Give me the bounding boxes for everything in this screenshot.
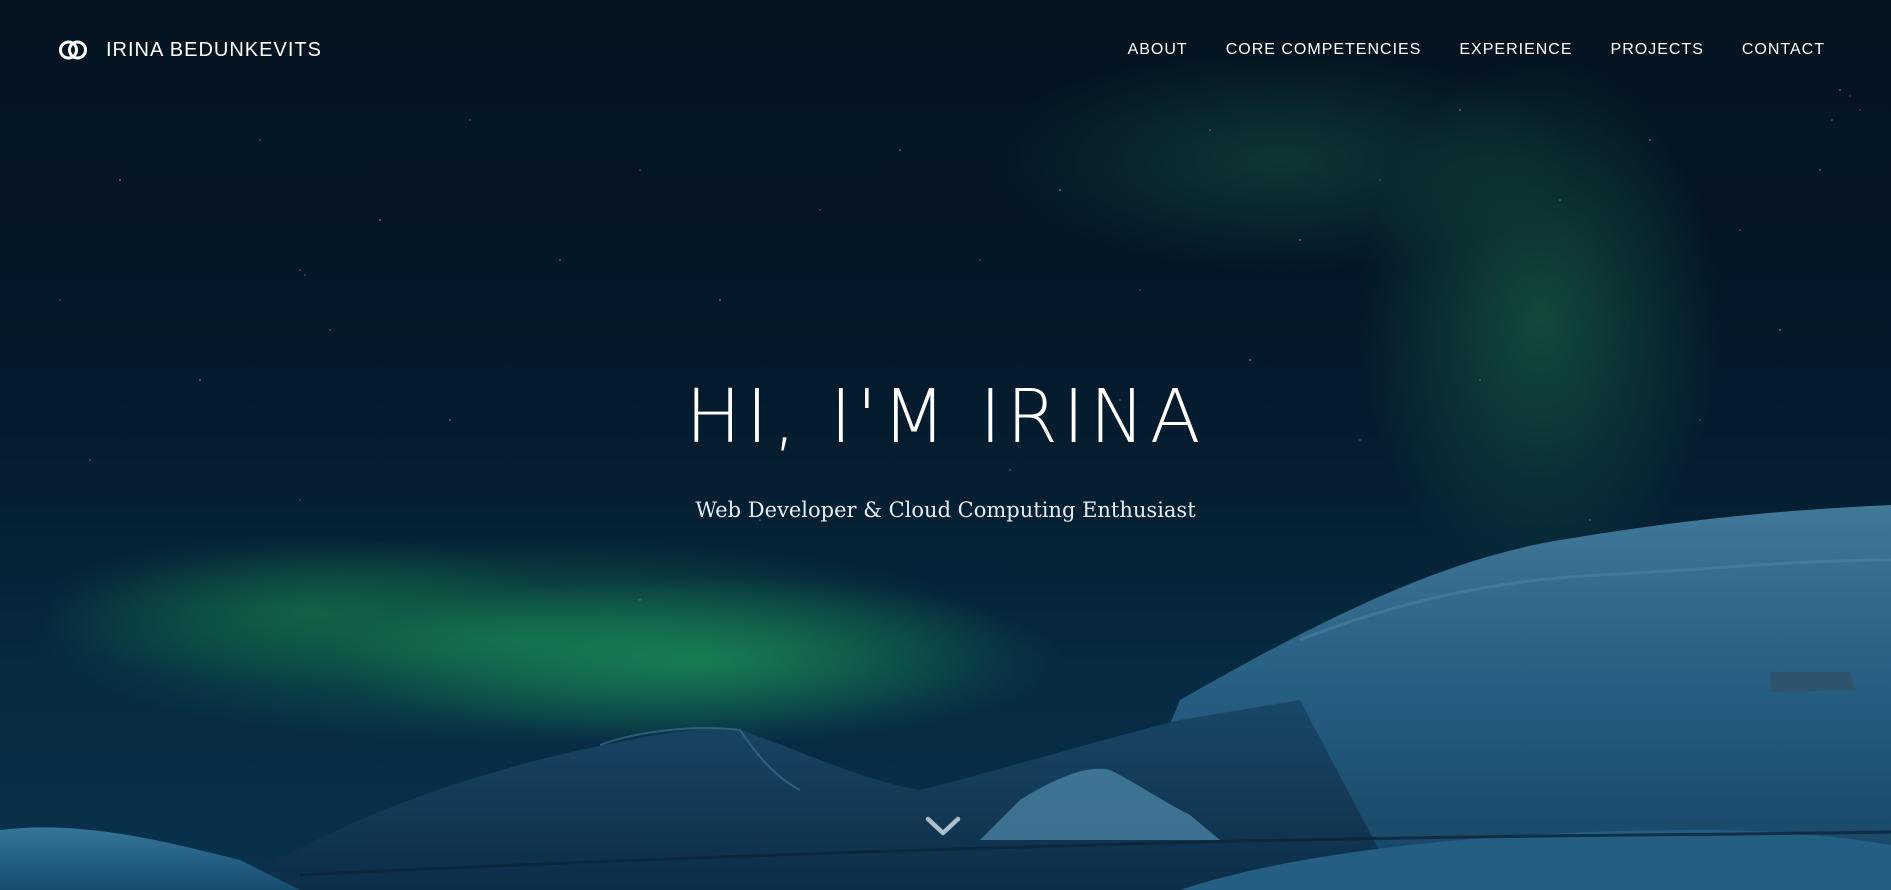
top-navbar: IRINA BEDUNKEVITS ABOUT CORE COMPETENCIE… xyxy=(0,0,1891,100)
nav-link-core-competencies[interactable]: CORE COMPETENCIES xyxy=(1226,41,1422,59)
nav-links: ABOUT CORE COMPETENCIES EXPERIENCE PROJE… xyxy=(1128,41,1825,59)
nav-link-projects[interactable]: PROJECTS xyxy=(1611,41,1704,59)
brand-name: IRINA BEDUNKEVITS xyxy=(106,38,322,61)
hero-section: IRINA BEDUNKEVITS ABOUT CORE COMPETENCIE… xyxy=(0,0,1891,890)
chevron-down-icon xyxy=(925,816,961,836)
brand-home-link[interactable]: IRINA BEDUNKEVITS xyxy=(58,39,322,62)
nav-link-about[interactable]: ABOUT xyxy=(1128,41,1188,59)
scroll-down-button[interactable] xyxy=(923,812,963,840)
hero-content: HI, I'M IRINA Web Developer & Cloud Comp… xyxy=(0,380,1891,522)
nav-link-contact[interactable]: CONTACT xyxy=(1742,41,1825,59)
interlocked-rings-icon xyxy=(58,39,88,61)
hero-subtitle: Web Developer & Cloud Computing Enthusia… xyxy=(695,498,1196,522)
nav-link-experience[interactable]: EXPERIENCE xyxy=(1459,41,1572,59)
hero-title: HI, I'M IRINA xyxy=(685,374,1206,460)
